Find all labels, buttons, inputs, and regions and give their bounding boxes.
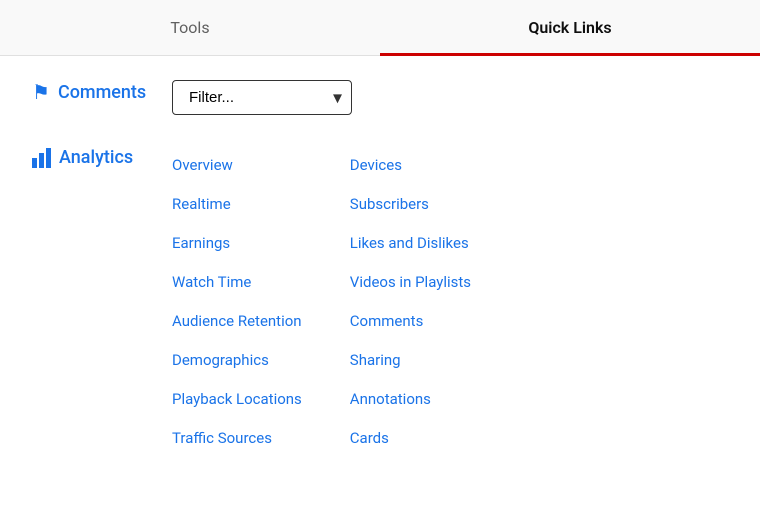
link-comments[interactable]: Comments bbox=[350, 303, 471, 340]
filter-select[interactable]: Filter... All Comments Unread Comments bbox=[172, 80, 352, 115]
analytics-title-label: Analytics bbox=[59, 147, 133, 168]
link-devices[interactable]: Devices bbox=[350, 147, 471, 184]
link-annotations[interactable]: Annotations bbox=[350, 381, 471, 418]
analytics-column-2: Devices Subscribers Likes and Dislikes V… bbox=[350, 147, 471, 457]
tab-tools-label: Tools bbox=[170, 18, 209, 37]
link-videos-in-playlists[interactable]: Videos in Playlists bbox=[350, 264, 471, 301]
comments-icon: ⚑ bbox=[32, 80, 50, 104]
bar-chart-icon bbox=[32, 148, 51, 168]
link-sharing[interactable]: Sharing bbox=[350, 342, 471, 379]
analytics-section: Analytics Overview Realtime Earnings Wat… bbox=[32, 147, 728, 457]
analytics-title[interactable]: Analytics bbox=[32, 147, 172, 168]
link-watch-time[interactable]: Watch Time bbox=[172, 264, 302, 301]
link-demographics[interactable]: Demographics bbox=[172, 342, 302, 379]
comments-title[interactable]: ⚑ Comments bbox=[32, 80, 172, 104]
link-earnings[interactable]: Earnings bbox=[172, 225, 302, 262]
link-realtime[interactable]: Realtime bbox=[172, 186, 302, 223]
tab-quick-links[interactable]: Quick Links bbox=[380, 0, 760, 55]
filter-wrapper: Filter... All Comments Unread Comments ▾ bbox=[172, 80, 352, 115]
tab-bar: Tools Quick Links bbox=[0, 0, 760, 56]
tab-quick-links-label: Quick Links bbox=[528, 18, 611, 37]
analytics-column-1: Overview Realtime Earnings Watch Time Au… bbox=[172, 147, 302, 457]
comments-section: ⚑ Comments Filter... All Comments Unread… bbox=[32, 80, 728, 115]
link-overview[interactable]: Overview bbox=[172, 147, 302, 184]
analytics-links: Overview Realtime Earnings Watch Time Au… bbox=[172, 147, 728, 457]
link-audience-retention[interactable]: Audience Retention bbox=[172, 303, 302, 340]
link-playback-locations[interactable]: Playback Locations bbox=[172, 381, 302, 418]
link-traffic-sources[interactable]: Traffic Sources bbox=[172, 420, 302, 457]
link-subscribers[interactable]: Subscribers bbox=[350, 186, 471, 223]
comments-title-label: Comments bbox=[58, 82, 146, 103]
content-area: ⚑ Comments Filter... All Comments Unread… bbox=[0, 56, 760, 481]
link-cards[interactable]: Cards bbox=[350, 420, 471, 457]
link-likes-and-dislikes[interactable]: Likes and Dislikes bbox=[350, 225, 471, 262]
tab-tools[interactable]: Tools bbox=[0, 0, 380, 55]
